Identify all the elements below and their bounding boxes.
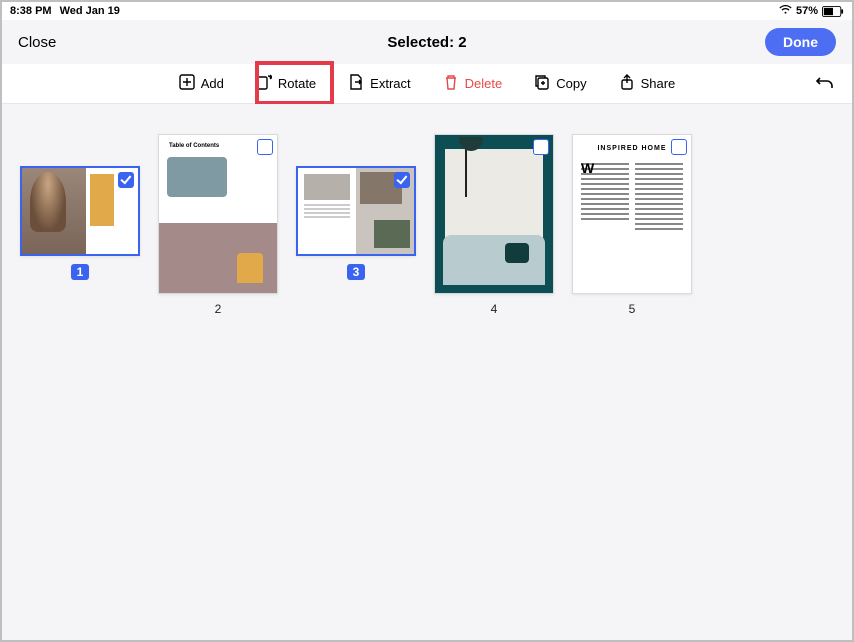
share-icon [619, 74, 635, 93]
wifi-icon [779, 5, 792, 18]
close-button[interactable]: Close [18, 34, 56, 51]
undo-button[interactable] [816, 74, 834, 93]
page-title: Selected: 2 [387, 34, 466, 51]
thumbnail-5[interactable]: INSPIRED HOME W [572, 134, 692, 294]
delete-label: Delete [465, 76, 503, 91]
done-button[interactable]: Done [765, 28, 836, 56]
add-icon [179, 74, 195, 93]
rotate-button[interactable]: Rotate [246, 68, 326, 99]
page-number-2: 2 [215, 302, 222, 316]
battery-percent: 57% [796, 5, 818, 17]
thumbnail-1[interactable] [20, 166, 140, 256]
header: Close Selected: 2 Done [2, 20, 852, 64]
page-number-3: 3 [347, 264, 366, 280]
checkbox-5[interactable] [671, 139, 687, 155]
page-number-4: 4 [491, 302, 498, 316]
page-item-4[interactable]: 4 [434, 134, 554, 316]
page-number-5: 5 [629, 302, 636, 316]
extract-button[interactable]: Extract [338, 68, 420, 99]
share-label: Share [641, 76, 676, 91]
page-number-1: 1 [71, 264, 90, 280]
copy-button[interactable]: Copy [524, 68, 596, 99]
status-bar: 8:38 PM Wed Jan 19 57% [2, 2, 852, 20]
share-button[interactable]: Share [609, 68, 686, 99]
page-item-3[interactable]: 3 [296, 166, 416, 280]
thumbnail-2[interactable]: Table of Contents [158, 134, 278, 294]
page-item-2[interactable]: Table of Contents 2 [158, 134, 278, 316]
delete-button[interactable]: Delete [433, 68, 513, 99]
add-button[interactable]: Add [169, 68, 234, 99]
toolbar: Add Rotate Extract Delete Copy Share [2, 64, 852, 104]
extract-icon [348, 74, 364, 93]
status-time: 8:38 PM [10, 5, 52, 17]
thumbnail-4[interactable] [434, 134, 554, 294]
trash-icon [443, 74, 459, 93]
thumb5-title: INSPIRED HOME [581, 145, 683, 152]
rotate-icon [256, 74, 272, 93]
thumbnail-3[interactable] [296, 166, 416, 256]
extract-label: Extract [370, 76, 410, 91]
checkbox-3[interactable] [394, 172, 410, 188]
add-label: Add [201, 76, 224, 91]
checkbox-2[interactable] [257, 139, 273, 155]
copy-label: Copy [556, 76, 586, 91]
battery-icon [822, 6, 844, 17]
undo-icon [816, 78, 834, 93]
thumb2-toc-label: Table of Contents [169, 143, 219, 149]
thumbnail-grid: 1 Table of Contents 2 3 4 [2, 104, 852, 640]
rotate-label: Rotate [278, 76, 316, 91]
page-item-1[interactable]: 1 [20, 166, 140, 280]
copy-icon [534, 74, 550, 93]
status-date: Wed Jan 19 [60, 5, 120, 17]
checkbox-1[interactable] [118, 172, 134, 188]
page-item-5[interactable]: INSPIRED HOME W 5 [572, 134, 692, 316]
checkbox-4[interactable] [533, 139, 549, 155]
